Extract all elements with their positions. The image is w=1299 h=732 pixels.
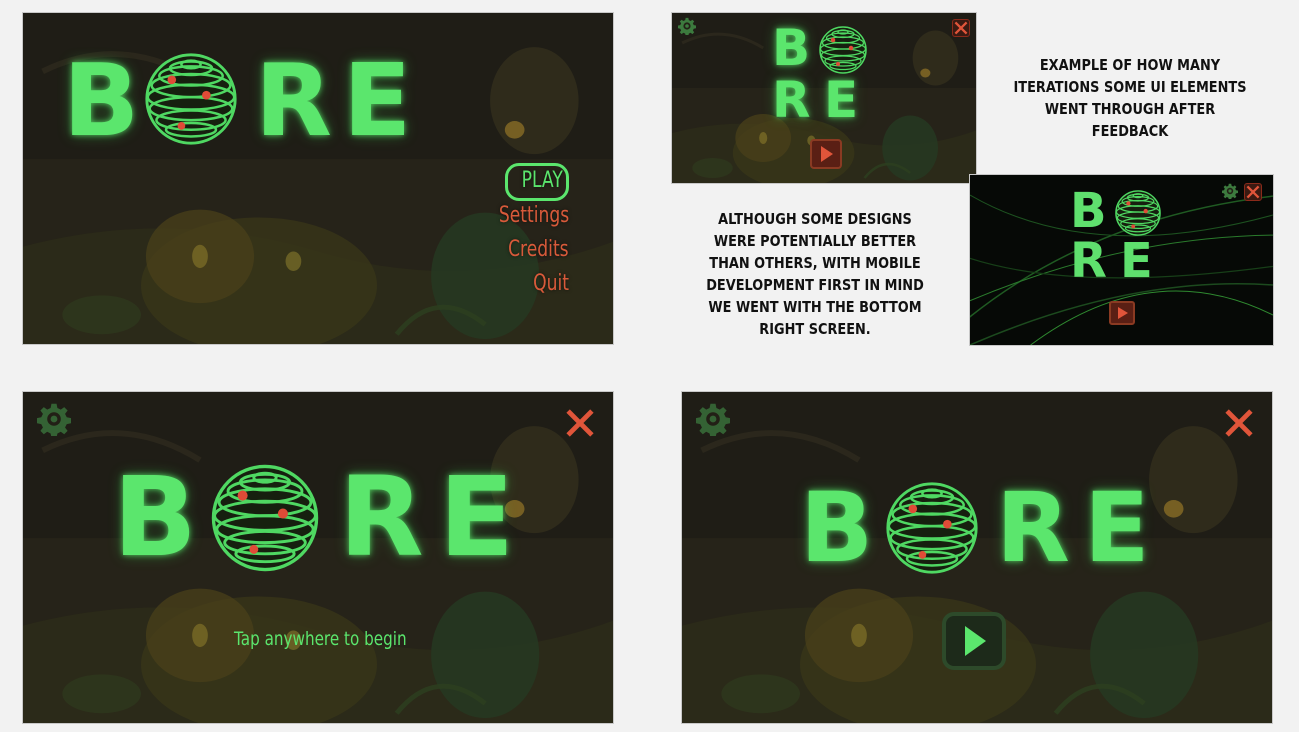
gear-icon[interactable] (1222, 183, 1238, 199)
play-icon (821, 146, 833, 162)
bore-logo: B R E (800, 480, 1160, 580)
close-icon[interactable] (1222, 406, 1256, 440)
gear-icon[interactable] (678, 17, 696, 35)
play-button[interactable] (942, 612, 1006, 670)
caption-iterations: EXAMPLE OF HOW MANY ITERATIONS SOME UI E… (1013, 56, 1247, 140)
bore-logo: B R E (63, 51, 423, 161)
logo-letter-e: E (343, 42, 412, 159)
main-menu: PLAY Settings Credits Quit (449, 163, 569, 313)
screen-version-final: B R E (681, 391, 1273, 724)
screen-version-tap[interactable]: B R E Tap anywhere to begin (22, 391, 614, 724)
logo-letter-b: B (1070, 183, 1107, 239)
close-icon (1245, 184, 1261, 200)
logo-letter-b: B (113, 453, 197, 581)
close-icon[interactable] (563, 406, 597, 440)
orb-logo-o (818, 25, 868, 75)
bore-logo: B R E (113, 462, 533, 582)
logo-letter-e: E (439, 453, 515, 581)
play-icon (1118, 307, 1128, 319)
bore-logo: B R E (772, 23, 872, 133)
gear-icon[interactable] (696, 402, 730, 436)
play-button[interactable] (810, 139, 842, 169)
logo-letter-r: R (255, 42, 333, 159)
logo-letter-e: E (824, 71, 859, 129)
orb-logo-o (209, 462, 321, 574)
logo-letter-r: R (996, 472, 1070, 584)
logo-letter-b: B (63, 42, 140, 159)
orb-logo-o (1114, 189, 1162, 237)
screen-version-menu: B R E PLAY Settings Credits Quit (22, 12, 614, 345)
menu-quit[interactable]: Quit (533, 271, 569, 296)
logo-letter-e: E (1120, 233, 1153, 289)
play-button[interactable] (1109, 301, 1135, 325)
bore-logo: B R E (1070, 187, 1170, 287)
close-button[interactable] (952, 19, 970, 37)
gear-icon[interactable] (37, 402, 71, 436)
play-icon (965, 626, 986, 656)
menu-credits[interactable]: Credits (508, 237, 569, 262)
screen-version-stacked-a: B R E (671, 12, 977, 184)
close-icon (953, 20, 969, 36)
logo-letter-r: R (339, 453, 424, 581)
logo-letter-e: E (1084, 472, 1150, 584)
logo-letter-b: B (800, 472, 874, 584)
orb-logo-o (143, 51, 239, 147)
menu-settings[interactable]: Settings (499, 203, 569, 228)
tap-prompt: Tap anywhere to begin (234, 628, 407, 650)
screen-version-stacked-b: B R E (969, 174, 1274, 346)
orb-logo-o (884, 480, 980, 576)
menu-play[interactable]: PLAY (522, 168, 563, 193)
logo-letter-r: R (1070, 233, 1107, 289)
close-button[interactable] (1244, 183, 1262, 201)
logo-letter-r: R (772, 71, 811, 129)
caption-design-choice: ALTHOUGH SOME DESIGNS WERE POTENTIALLY B… (706, 210, 924, 338)
logo-letter-b: B (772, 19, 811, 77)
